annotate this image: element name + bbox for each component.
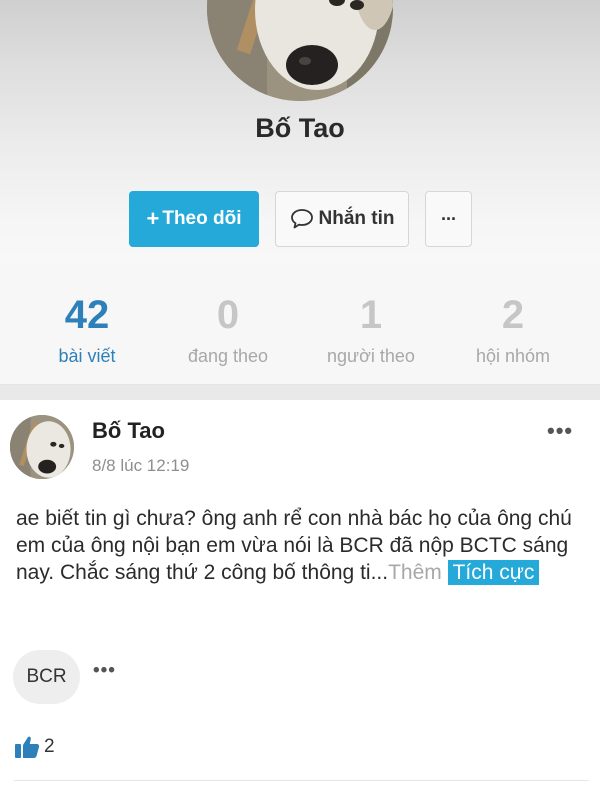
post-body: ae biết tin gì chưa? ông anh rể con nhà … xyxy=(16,505,591,586)
post-card xyxy=(0,385,600,800)
stat-value: 42 xyxy=(64,293,110,337)
sentiment-badge: Tích cực xyxy=(447,560,540,585)
stat-label: bài viết xyxy=(58,346,116,366)
stat-label: hội nhóm xyxy=(475,346,551,366)
like-summary[interactable]: 2 xyxy=(14,735,55,759)
stat-value: 2 xyxy=(501,293,525,337)
post-author-name[interactable]: Bố Tao xyxy=(92,418,165,444)
post-timestamp: 8/8 lúc 12:19 xyxy=(92,456,190,475)
message-button-label: Nhắn tin xyxy=(318,208,395,229)
stat-followers[interactable]: 1 người theo xyxy=(296,265,446,367)
profile-name: Bố Tao xyxy=(255,113,345,143)
post-author-avatar[interactable] xyxy=(10,415,74,479)
stat-posts[interactable]: 42 bài viết xyxy=(12,265,162,367)
read-more-link[interactable]: Thêm xyxy=(388,561,442,584)
stat-label: đang theo xyxy=(187,346,269,366)
post-menu-icon[interactable]: ••• xyxy=(547,418,573,444)
plus-icon: + xyxy=(146,206,160,231)
more-dots-icon: ··· xyxy=(441,208,457,229)
profile-header: Bố Tao + Theo dõi Nhắn tin ··· xyxy=(0,0,600,265)
stock-tag-label: BCR xyxy=(26,666,67,687)
stat-label: người theo xyxy=(327,346,415,366)
follow-button-label: Theo dõi xyxy=(162,208,242,229)
stat-following[interactable]: 0 đang theo xyxy=(153,265,303,367)
tag-more-icon[interactable]: ••• xyxy=(93,660,116,682)
post-footer-divider xyxy=(14,780,589,781)
stat-groups[interactable]: 2 hội nhóm xyxy=(438,265,588,367)
stat-value: 1 xyxy=(359,293,383,337)
message-button[interactable]: Nhắn tin xyxy=(275,191,409,247)
stock-tag-chip[interactable]: BCR xyxy=(13,650,80,704)
follow-button[interactable]: + Theo dõi xyxy=(129,191,259,247)
like-count: 2 xyxy=(44,736,55,757)
profile-stats: 42 bài viết 0 đang theo 1 người theo 2 h… xyxy=(0,265,600,385)
dog-photo xyxy=(10,415,74,479)
profile-more-button[interactable]: ··· xyxy=(425,191,472,247)
profile-avatar[interactable] xyxy=(207,0,393,101)
chat-bubble-icon xyxy=(290,209,313,229)
stat-value: 0 xyxy=(216,293,240,337)
section-divider xyxy=(0,385,600,400)
dog-photo xyxy=(207,0,393,101)
thumbs-up-icon xyxy=(15,736,40,758)
